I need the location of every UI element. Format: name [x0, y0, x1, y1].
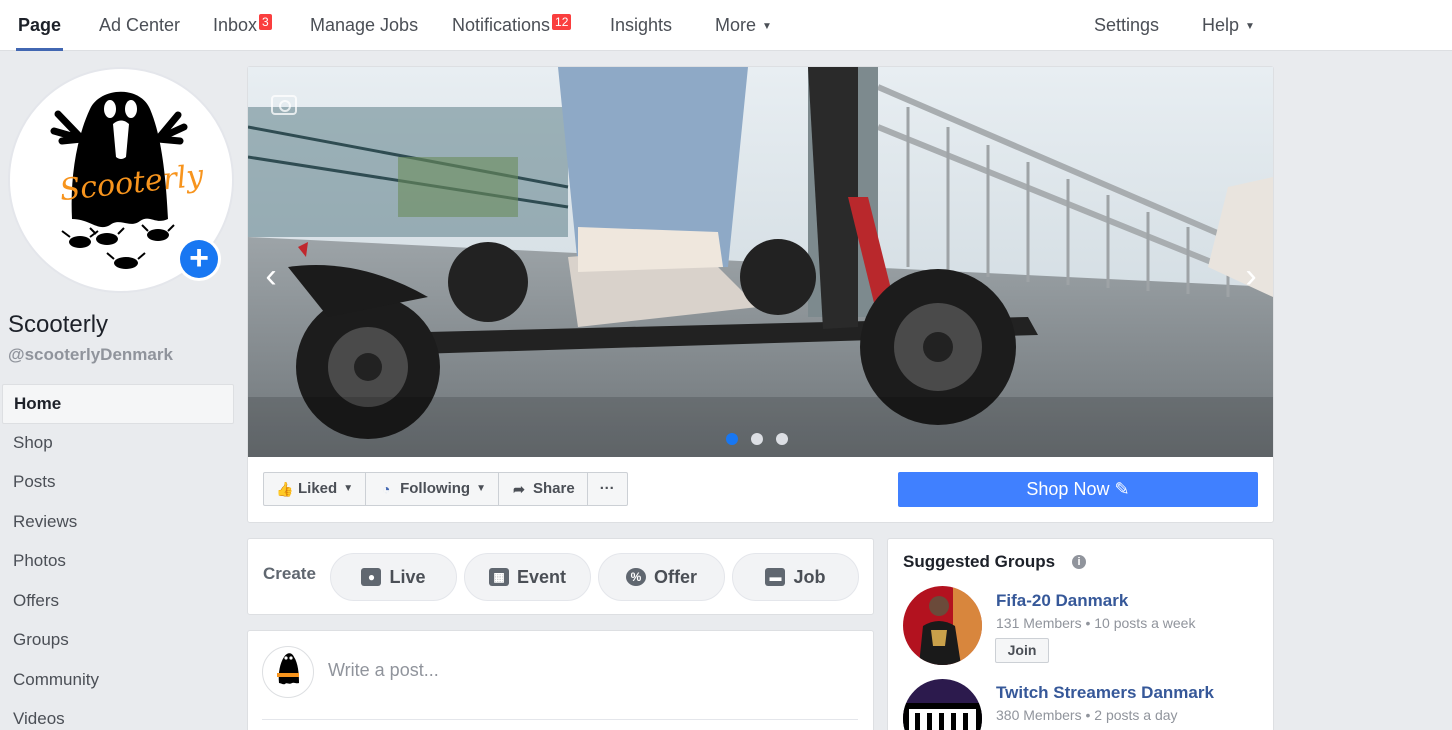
- caret-down-icon: ▼: [1245, 21, 1255, 32]
- chevron-right-icon[interactable]: ›: [1236, 259, 1266, 293]
- ellipsis-icon: ···: [599, 480, 615, 497]
- left-sidebar-nav: Home Shop Posts Reviews Photos Offers Gr…: [2, 384, 234, 730]
- slide-dot-1[interactable]: [726, 433, 738, 445]
- thumbs-up-icon: 👍: [276, 481, 294, 497]
- sidebar-item-videos[interactable]: Videos: [2, 700, 234, 730]
- shop-now-button[interactable]: Shop Now ✎: [898, 472, 1258, 507]
- caret-down-icon: ▼: [343, 483, 354, 494]
- create-label: Create: [263, 564, 316, 583]
- page-action-buttons: 👍 Liked ▼ ◔ Following ▼ ➦ Share ···: [263, 472, 628, 506]
- slide-dot-2[interactable]: [751, 433, 763, 445]
- add-profile-photo-button[interactable]: +: [177, 237, 221, 281]
- sidebar-item-offers[interactable]: Offers: [2, 582, 234, 622]
- group-meta-fifa: 131 Members • 10 posts a week: [996, 615, 1196, 631]
- pencil-icon: ✎: [1114, 479, 1130, 499]
- sidebar-item-home[interactable]: Home: [2, 384, 234, 424]
- sidebar-item-photos[interactable]: Photos: [2, 542, 234, 582]
- slide-dot-3[interactable]: [776, 433, 788, 445]
- nav-help[interactable]: Help ▼: [1202, 0, 1255, 51]
- group-meta-twitch: 380 Members • 2 posts a day: [996, 707, 1178, 723]
- sidebar-item-shop[interactable]: Shop: [2, 424, 234, 464]
- more-options-button[interactable]: ···: [588, 473, 627, 505]
- ghost-logo-icon: [277, 653, 299, 685]
- suggested-groups-title: Suggested Groups: [903, 552, 1056, 571]
- page-handle[interactable]: @scooterlyDenmark: [8, 345, 173, 365]
- nav-tab-insights[interactable]: Insights: [610, 0, 672, 51]
- scooter-cover-image: [248, 67, 1273, 457]
- create-offer-button[interactable]: % Offer: [598, 553, 725, 601]
- nav-tab-page[interactable]: Page: [15, 0, 64, 51]
- cover-photo[interactable]: [248, 67, 1273, 457]
- video-camera-icon: ●: [361, 568, 382, 586]
- nav-tab-ad-center[interactable]: Ad Center: [99, 0, 180, 51]
- divider: [262, 719, 858, 720]
- briefcase-icon: ▬: [765, 568, 786, 586]
- top-navigation: Page Ad Center Inbox 3 Manage Jobs Notifi…: [0, 0, 1452, 51]
- write-post-input[interactable]: Write a post...: [328, 660, 439, 681]
- caret-down-icon: ▼: [476, 483, 486, 494]
- plus-icon: +: [180, 240, 218, 278]
- share-arrow-icon: ➦: [513, 481, 525, 497]
- nav-tab-notifications[interactable]: Notifications 12: [452, 0, 572, 51]
- following-button[interactable]: ◔ Following ▼: [366, 473, 499, 505]
- sidebar-item-community[interactable]: Community: [2, 661, 234, 701]
- group-avatar-fifa[interactable]: [903, 586, 982, 665]
- join-group-button[interactable]: Join: [995, 638, 1049, 663]
- sidebar-item-posts[interactable]: Posts: [2, 463, 234, 503]
- percent-tag-icon: %: [625, 568, 646, 586]
- page-name: Scooterly: [8, 311, 109, 338]
- inbox-count-badge: 3: [259, 14, 272, 30]
- sidebar-item-groups[interactable]: Groups: [2, 621, 234, 661]
- sidebar-item-reviews[interactable]: Reviews: [2, 503, 234, 543]
- caret-down-icon: ▼: [762, 21, 772, 32]
- liked-button[interactable]: 👍 Liked ▼: [264, 473, 367, 505]
- notifications-count-badge: 12: [552, 14, 572, 30]
- chevron-left-icon[interactable]: ‹: [256, 259, 286, 293]
- create-live-button[interactable]: ● Live: [330, 553, 457, 601]
- page-avatar: [262, 646, 314, 698]
- create-job-button[interactable]: ▬ Job: [732, 553, 859, 601]
- group-name-twitch[interactable]: Twitch Streamers Danmark: [996, 683, 1214, 703]
- nav-tab-manage-jobs[interactable]: Manage Jobs: [310, 0, 418, 51]
- camera-icon[interactable]: [271, 95, 297, 115]
- create-event-button[interactable]: ▦ Event: [464, 553, 591, 601]
- rss-feed-icon: ◔: [381, 481, 391, 497]
- nav-tab-inbox[interactable]: Inbox 3: [213, 0, 272, 51]
- calendar-icon: ▦: [488, 568, 509, 586]
- info-icon[interactable]: i: [1072, 555, 1086, 569]
- nav-tab-more[interactable]: More ▼: [715, 0, 772, 51]
- share-button[interactable]: ➦ Share: [499, 473, 588, 505]
- nav-settings[interactable]: Settings: [1094, 0, 1159, 51]
- group-photo-fifa: [903, 586, 982, 665]
- group-name-fifa[interactable]: Fifa-20 Danmark: [996, 591, 1128, 611]
